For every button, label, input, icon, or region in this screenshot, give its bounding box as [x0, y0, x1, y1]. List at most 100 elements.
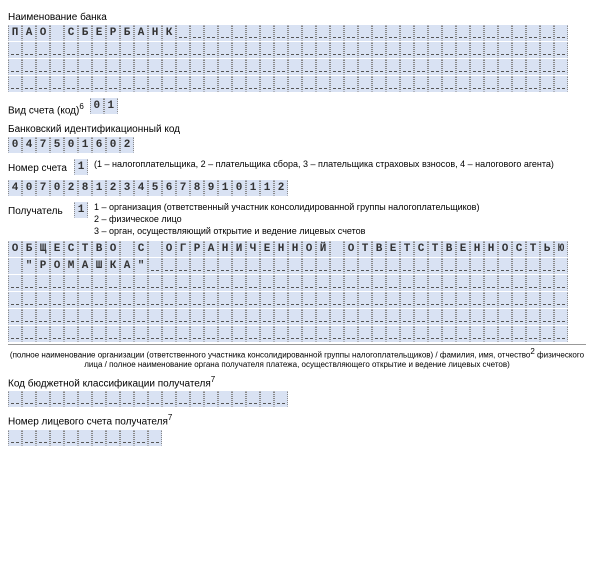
cell[interactable] — [36, 326, 50, 342]
cell[interactable]: 1 — [92, 180, 106, 196]
cell[interactable] — [372, 25, 386, 41]
cell[interactable] — [330, 59, 344, 75]
cell[interactable]: О — [498, 241, 512, 257]
cell[interactable] — [470, 42, 484, 58]
cell[interactable] — [190, 59, 204, 75]
cell[interactable] — [288, 42, 302, 58]
cell[interactable] — [554, 292, 568, 308]
cell[interactable] — [22, 76, 36, 92]
cell[interactable] — [442, 326, 456, 342]
cell[interactable] — [428, 258, 442, 274]
cell[interactable] — [190, 258, 204, 274]
cell[interactable] — [358, 25, 372, 41]
cell[interactable] — [260, 292, 274, 308]
cell[interactable] — [442, 76, 456, 92]
cell[interactable]: 2 — [274, 180, 288, 196]
cell[interactable] — [470, 258, 484, 274]
cell[interactable]: М — [64, 258, 78, 274]
cell[interactable] — [540, 275, 554, 291]
cell[interactable] — [372, 292, 386, 308]
cell[interactable] — [50, 59, 64, 75]
cell[interactable] — [372, 59, 386, 75]
cell[interactable] — [470, 25, 484, 41]
cell[interactable] — [316, 59, 330, 75]
cell[interactable]: Р — [190, 241, 204, 257]
cell[interactable] — [120, 430, 134, 446]
cell[interactable] — [36, 59, 50, 75]
cell[interactable]: " — [22, 258, 36, 274]
cell[interactable]: О — [302, 241, 316, 257]
cell[interactable] — [302, 292, 316, 308]
cell[interactable] — [204, 25, 218, 41]
cell[interactable]: 1 — [74, 159, 88, 175]
cell[interactable]: Н — [484, 241, 498, 257]
cell[interactable] — [274, 391, 288, 407]
cell[interactable] — [246, 258, 260, 274]
cell[interactable] — [554, 42, 568, 58]
cell[interactable] — [106, 430, 120, 446]
cell[interactable] — [484, 258, 498, 274]
cell[interactable] — [498, 292, 512, 308]
cell[interactable] — [64, 76, 78, 92]
cell[interactable]: Р — [106, 25, 120, 41]
cell[interactable]: Е — [456, 241, 470, 257]
cell[interactable] — [414, 275, 428, 291]
cell[interactable] — [260, 59, 274, 75]
cell[interactable] — [316, 292, 330, 308]
cell[interactable] — [386, 275, 400, 291]
cell[interactable]: Е — [92, 25, 106, 41]
cell[interactable] — [540, 42, 554, 58]
cell[interactable] — [162, 292, 176, 308]
cell[interactable] — [190, 76, 204, 92]
cell[interactable] — [512, 275, 526, 291]
cell[interactable] — [218, 275, 232, 291]
account-number-code-cell[interactable]: 1 — [74, 159, 88, 176]
cell[interactable] — [540, 326, 554, 342]
cell[interactable] — [232, 258, 246, 274]
cell[interactable] — [526, 292, 540, 308]
cell[interactable]: Т — [428, 241, 442, 257]
cell[interactable] — [484, 76, 498, 92]
cell[interactable] — [22, 42, 36, 58]
cell[interactable] — [344, 25, 358, 41]
cell[interactable]: В — [372, 241, 386, 257]
cell[interactable] — [400, 309, 414, 325]
cell[interactable] — [232, 292, 246, 308]
cell[interactable] — [8, 292, 22, 308]
cell[interactable] — [386, 42, 400, 58]
cell[interactable] — [260, 76, 274, 92]
cell[interactable] — [540, 309, 554, 325]
cell[interactable] — [442, 309, 456, 325]
cell[interactable]: " — [134, 258, 148, 274]
cell[interactable] — [540, 59, 554, 75]
cell[interactable] — [148, 309, 162, 325]
cell[interactable] — [428, 275, 442, 291]
cell[interactable] — [246, 309, 260, 325]
cell[interactable] — [316, 309, 330, 325]
cell[interactable] — [22, 59, 36, 75]
cell[interactable] — [134, 292, 148, 308]
cell[interactable]: Т — [526, 241, 540, 257]
cell[interactable] — [8, 391, 22, 407]
cell[interactable] — [22, 275, 36, 291]
cell[interactable] — [358, 258, 372, 274]
cell[interactable] — [288, 76, 302, 92]
cell[interactable] — [484, 275, 498, 291]
cell[interactable] — [92, 326, 106, 342]
cell[interactable] — [148, 275, 162, 291]
cell[interactable]: 2 — [106, 180, 120, 196]
cell[interactable] — [344, 258, 358, 274]
cell[interactable] — [358, 309, 372, 325]
cell[interactable] — [302, 309, 316, 325]
cell[interactable] — [358, 275, 372, 291]
cell[interactable] — [470, 59, 484, 75]
cell[interactable] — [246, 76, 260, 92]
cell[interactable]: 1 — [246, 180, 260, 196]
cell[interactable] — [78, 42, 92, 58]
cell[interactable] — [554, 76, 568, 92]
cell[interactable] — [344, 76, 358, 92]
cell[interactable]: В — [92, 241, 106, 257]
cell[interactable] — [288, 309, 302, 325]
cell[interactable] — [36, 42, 50, 58]
cell[interactable] — [232, 42, 246, 58]
